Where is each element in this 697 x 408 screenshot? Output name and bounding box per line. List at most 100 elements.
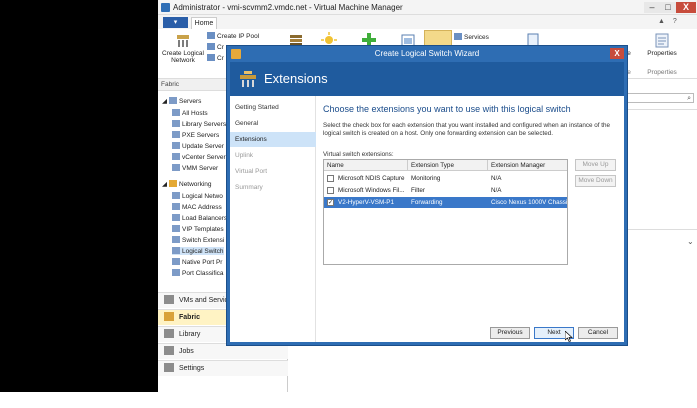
tree-item-update-server[interactable]: Update Server — [172, 142, 224, 150]
chevron-down-icon[interactable]: ⌄ — [687, 237, 694, 246]
step-summary: Summary — [235, 184, 263, 191]
logical-switch-icon — [172, 247, 180, 254]
create-icon — [207, 54, 215, 61]
black-letterbox — [0, 0, 158, 392]
tree-item-native-port-profiles[interactable]: Native Port Pr — [172, 258, 222, 266]
workspace-label: Settings — [179, 365, 205, 372]
wizard-title: Create Logical Switch Wizard — [374, 49, 480, 58]
create-ip-pool-button[interactable]: Create IP Pool — [207, 32, 259, 40]
tree-label: Networking — [179, 181, 212, 188]
servers-icon — [169, 97, 177, 104]
expand-arrow-icon[interactable]: ◢ — [162, 181, 167, 188]
create-ip-pool-label: Create IP Pool — [217, 33, 260, 40]
column-extension-type[interactable]: Extension Type — [408, 160, 488, 171]
table-row[interactable]: Microsoft Windows Fil... Filter N/A — [324, 185, 567, 196]
tree-label: All Hosts — [182, 110, 208, 117]
properties-icon — [655, 33, 669, 48]
extensions-icon — [240, 71, 256, 87]
cancel-button[interactable]: Cancel — [578, 327, 618, 339]
wizard-close-button[interactable]: X — [610, 48, 624, 59]
jobs-icon — [164, 346, 174, 355]
page-description: Select the check box for each extension … — [323, 122, 611, 137]
wizard-steps: Getting Started General Extensions Uplin… — [230, 96, 316, 342]
previous-button[interactable]: Previous — [490, 327, 530, 339]
tree-item-all-hosts[interactable]: All Hosts — [172, 109, 208, 117]
tree-item-vcenter-server[interactable]: vCenter Server — [172, 153, 226, 161]
services-icon — [454, 33, 462, 40]
logical-network-icon — [172, 192, 180, 199]
tree-item-port-classifications[interactable]: Port Classifica — [172, 269, 224, 277]
settings-icon — [164, 363, 174, 372]
create-partial-button-1[interactable]: Cr — [207, 43, 224, 51]
search-icon: ⌕ — [687, 95, 691, 102]
ip-pool-icon — [207, 32, 215, 39]
tree-item-library-servers[interactable]: Library Servers — [172, 120, 226, 128]
workspace-label: Fabric — [179, 314, 201, 321]
properties-button[interactable]: Properties — [643, 33, 681, 57]
title-bar: Administrator - vmi-scvmm2.vmdc.net - Vi… — [158, 0, 697, 15]
step-virtual-port: Virtual Port — [235, 168, 268, 175]
tree-label: vCenter Server — [182, 154, 226, 161]
vcenter-icon — [172, 153, 180, 160]
tree-label: Servers — [179, 98, 202, 105]
properties-label: Properties — [647, 50, 677, 57]
create-partial-label-2: Cr — [217, 55, 224, 62]
tree-item-logical-switches[interactable]: Logical Switch — [172, 247, 224, 255]
step-getting-started[interactable]: Getting Started — [230, 100, 316, 115]
services-label: Services — [464, 34, 489, 41]
tree-label: Update Server — [182, 143, 224, 150]
tree-item-vip-templates[interactable]: VIP Templates — [172, 225, 224, 233]
column-name[interactable]: Name — [324, 160, 408, 171]
tree-item-switch-extensions[interactable]: Switch Extensi — [172, 236, 224, 244]
tab-home[interactable]: Home — [191, 17, 217, 29]
close-button[interactable]: X — [676, 2, 696, 13]
table-row[interactable]: Microsoft NDIS Capture Monitoring N/A — [324, 173, 567, 184]
tree-item-load-balancers[interactable]: Load Balancers — [172, 214, 227, 222]
tree-label: VMM Server — [182, 165, 219, 172]
extension-manager: Cisco Nexus 1000V Chassi... — [491, 199, 567, 206]
wizard-banner: Extensions — [230, 62, 624, 96]
tree-item-networking[interactable]: ◢ Networking — [162, 180, 212, 188]
create-logical-network-button[interactable]: Create Logical Network — [162, 33, 204, 64]
move-up-button[interactable]: Move Up — [575, 159, 616, 171]
extension-checkbox-checked[interactable]: ✓ — [327, 199, 334, 206]
step-uplink: Uplink — [235, 152, 254, 159]
properties-group-label: Properties — [647, 69, 677, 76]
minimize-button[interactable]: – — [644, 2, 660, 13]
tree-label: Logical Netwo — [182, 193, 223, 200]
tree-label: Load Balancers — [182, 215, 228, 222]
extension-manager: N/A — [491, 175, 502, 182]
step-extensions[interactable]: Extensions — [230, 132, 316, 147]
create-logical-switch-wizard: Create Logical Switch Wizard X Extension… — [226, 45, 628, 346]
hosts-icon — [172, 109, 180, 116]
expand-arrow-icon[interactable]: ◢ — [162, 98, 167, 105]
help-icons[interactable]: ▲ ? — [658, 18, 680, 25]
tree-item-vmm-server[interactable]: VMM Server — [172, 164, 218, 172]
tree-item-pxe-servers[interactable]: PXE Servers — [172, 131, 219, 139]
tree-item-servers[interactable]: ◢ Servers — [162, 97, 201, 105]
create-partial-label-1: Cr — [217, 44, 224, 51]
table-header: Name Extension Type Extension Manager — [324, 160, 567, 171]
extension-checkbox[interactable] — [327, 175, 334, 182]
create-partial-button-2[interactable]: Cr — [207, 54, 224, 62]
vip-icon — [172, 225, 180, 232]
workspace-settings[interactable]: Settings — [158, 360, 288, 376]
maximize-button[interactable]: □ — [660, 2, 676, 13]
workspace-label: Library — [179, 331, 201, 338]
port-profile-icon — [172, 258, 180, 265]
tree-label: VIP Templates — [182, 226, 224, 233]
file-tab[interactable]: ▾ — [163, 17, 188, 28]
table-row-selected[interactable]: ✓ V2-HyperV-VSM-P1 Forwarding Cisco Nexu… — [324, 197, 567, 208]
step-general[interactable]: General — [230, 116, 316, 131]
extension-checkbox[interactable] — [327, 187, 334, 194]
services-button[interactable]: Services — [454, 33, 489, 41]
tree-item-mac-address[interactable]: MAC Address — [172, 203, 222, 211]
column-extension-manager[interactable]: Extension Manager — [488, 160, 567, 171]
wizard-app-icon — [231, 49, 241, 59]
wizard-main: Choose the extensions you want to use wi… — [316, 96, 624, 342]
move-down-button[interactable]: Move Down — [575, 175, 616, 187]
tree-item-logical-networks[interactable]: Logical Netwo — [172, 192, 223, 200]
mouse-cursor-icon — [565, 331, 573, 342]
library-icon — [164, 329, 174, 338]
library-server-icon — [172, 120, 180, 127]
